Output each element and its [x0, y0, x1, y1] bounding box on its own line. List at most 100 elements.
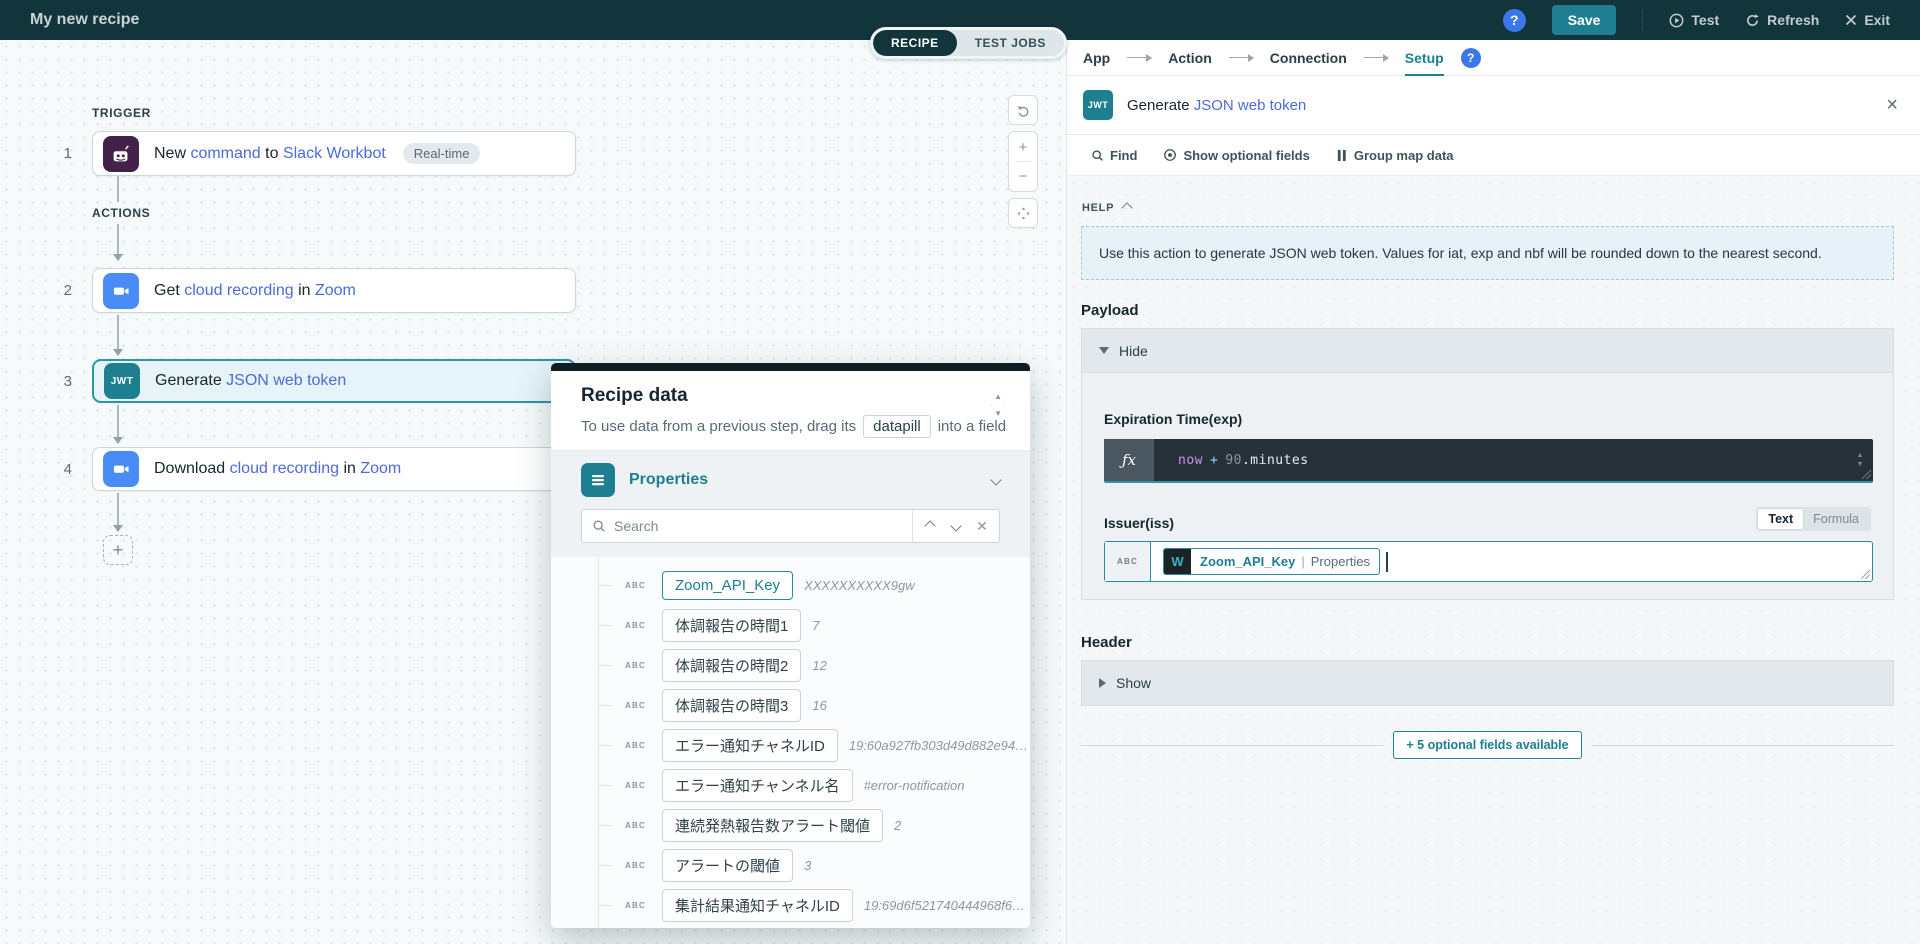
list-item: ABC Zoom_API_Key XXXXXXXXXX9gw [598, 565, 1030, 605]
drag-handle-icon[interactable]: ▲· · ·▼ [990, 393, 1006, 418]
datapill[interactable]: 体調報告の時間3 [662, 689, 801, 722]
optional-fields-button[interactable]: + 5 optional fields available [1393, 731, 1581, 759]
search-bar: ✕ [581, 509, 1000, 543]
expiration-formula-input[interactable]: ƒx now+90.minutes ▲▼ [1104, 439, 1873, 483]
recipe-data-panel: Recipe data ▲· · ·▼ To use data from a p… [551, 363, 1030, 928]
add-step-button[interactable]: + [103, 535, 133, 565]
tab-test-jobs[interactable]: TEST JOBS [957, 30, 1064, 56]
view-tabs: RECIPE TEST JOBS [870, 27, 1067, 59]
list-item: ABC 体調報告の時間3 16 [598, 685, 1030, 725]
properties-list-icon [581, 463, 615, 497]
test-button[interactable]: Test [1669, 12, 1719, 28]
type-abc-label: ABC [625, 741, 651, 750]
zoom-out-button[interactable]: − [1009, 162, 1037, 190]
panel-drag-bar[interactable] [551, 363, 1030, 371]
datapill[interactable]: 集計結果通知チャネルID [662, 889, 853, 922]
breadcrumb-setup[interactable]: Setup [1405, 50, 1444, 76]
help-label: HELP [1082, 202, 1114, 214]
datapill[interactable]: アラートの閾値 [662, 849, 793, 882]
play-circle-icon [1669, 13, 1684, 28]
undo-button[interactable] [1008, 95, 1038, 125]
save-button[interactable]: Save [1552, 5, 1617, 35]
step-number: 3 [50, 373, 72, 390]
property-value: 12 [812, 658, 826, 673]
step-card-trigger[interactable]: New command to Slack Workbot Real-time [92, 131, 576, 176]
chevron-down-icon[interactable] [992, 471, 1000, 489]
type-abc-label: ABC [625, 781, 651, 790]
formula-toggle[interactable]: Formula [1803, 509, 1869, 529]
step-card-download-recording[interactable]: Download cloud recording in Zoom [92, 447, 576, 491]
step-number: 1 [50, 145, 72, 162]
property-value: XXXXXXXXXX9gw [804, 578, 915, 593]
list-item: ABC エラー通知チャンネル名 #error-notification [598, 765, 1030, 805]
group-bars-icon [1336, 149, 1348, 162]
breadcrumb-connection[interactable]: Connection [1270, 50, 1347, 66]
list-item: ABC 集計結果通知チャネルID 19:69d6f521740444968f6b… [598, 885, 1030, 925]
step-title: New command to Slack Workbot [154, 145, 386, 163]
search-clear-button[interactable]: ✕ [969, 510, 995, 542]
breadcrumb-app[interactable]: App [1083, 50, 1110, 66]
show-label: Show [1116, 675, 1151, 691]
recipe-data-title: Recipe data [581, 385, 1000, 407]
help-section-toggle[interactable]: HELP [1082, 202, 1131, 214]
datapill[interactable]: 体調報告の時間1 [662, 609, 801, 642]
optional-fields-row: + 5 optional fields available [1081, 728, 1894, 762]
issuer-field[interactable]: ABC W Zoom_API_Key | Properties [1104, 541, 1873, 582]
search-input[interactable] [614, 518, 912, 534]
find-button[interactable]: Find [1091, 148, 1137, 163]
properties-section-header[interactable]: Properties [581, 463, 1000, 497]
recipe-data-subtitle: To use data from a previous step, drag i… [581, 415, 1000, 438]
formula-token: .minutes [1242, 453, 1309, 468]
datapill[interactable]: Zoom_API_Key [662, 571, 793, 600]
resize-handle[interactable] [1861, 570, 1870, 579]
datapill[interactable]: エラー通知チャネルID [662, 729, 838, 762]
datapill-zoom-api-key[interactable]: W Zoom_API_Key | Properties [1163, 548, 1380, 575]
refresh-icon [1745, 13, 1760, 28]
properties-label: Properties [629, 471, 708, 489]
step-link[interactable]: command [190, 145, 260, 162]
exit-button[interactable]: Exit [1845, 12, 1890, 28]
step-link[interactable]: Zoom [315, 282, 356, 299]
help-icon[interactable]: ? [1503, 9, 1526, 32]
breadcrumb-action[interactable]: Action [1168, 50, 1212, 66]
zoom-in-button[interactable]: + [1009, 133, 1037, 161]
text-toggle[interactable]: Text [1758, 509, 1803, 529]
resize-handle[interactable] [1862, 470, 1871, 479]
refresh-button[interactable]: Refresh [1745, 12, 1819, 28]
subtitle-text: into a field [938, 418, 1006, 435]
step-card-generate-jwt[interactable]: JWT Generate JSON web token [92, 359, 576, 403]
datapill-name: Zoom_API_Key [1191, 554, 1301, 569]
step-text: in [339, 460, 360, 477]
close-icon[interactable]: × [1886, 94, 1898, 117]
formula-code[interactable]: now+90.minutes [1154, 439, 1847, 481]
title-link[interactable]: JSON web token [1194, 97, 1307, 114]
eye-icon [1163, 148, 1177, 162]
step-link[interactable]: cloud recording [230, 460, 339, 477]
datapill[interactable]: エラー通知チャンネル名 [662, 769, 853, 802]
search-prev-button[interactable] [917, 510, 943, 542]
arrow-icon [1127, 57, 1151, 59]
datapill-source: Properties [1305, 554, 1379, 569]
step-card-get-recording[interactable]: Get cloud recording in Zoom [92, 268, 576, 313]
list-item: ABC 体調報告の時間2 12 [598, 645, 1030, 685]
datapill[interactable]: 体調報告の時間2 [662, 649, 801, 682]
property-value: 19:69d6f521740444968f6bafcacdd50 [864, 898, 1030, 913]
property-value: #error-notification [864, 778, 965, 793]
jwt-icon: JWT [104, 363, 140, 399]
show-optional-fields-button[interactable]: Show optional fields [1163, 148, 1309, 163]
fit-screen-button[interactable] [1008, 198, 1038, 228]
step-link[interactable]: Slack Workbot [283, 145, 386, 162]
show-toggle[interactable]: Show [1081, 660, 1894, 706]
datapill[interactable]: 連続発熱報告数アラート閾値 [662, 809, 883, 842]
workbot-robot-icon [103, 136, 139, 172]
hide-toggle[interactable]: Hide [1082, 329, 1893, 373]
help-icon[interactable]: ? [1461, 48, 1481, 68]
step-link[interactable]: Zoom [360, 460, 401, 477]
title-text: Generate [1127, 97, 1194, 114]
group-map-data-button[interactable]: Group map data [1336, 148, 1454, 163]
tab-recipe[interactable]: RECIPE [873, 30, 957, 56]
step-link[interactable]: JSON web token [226, 372, 346, 389]
search-next-button[interactable] [943, 510, 969, 542]
step-link[interactable]: cloud recording [184, 282, 293, 299]
step-text: to [261, 145, 283, 162]
